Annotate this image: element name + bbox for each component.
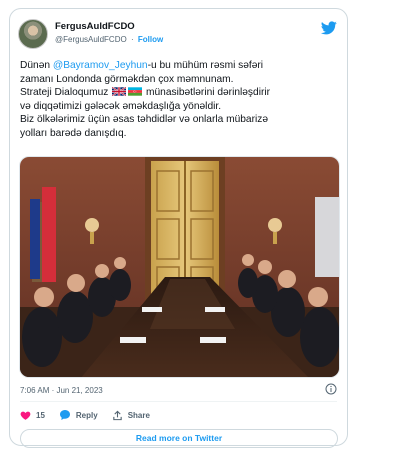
- reply-label: Reply: [75, 410, 98, 420]
- share-label: Share: [127, 410, 150, 420]
- tweet-photo[interactable]: [19, 156, 340, 378]
- like-count: 15: [36, 410, 45, 420]
- tweet-line: və diqqətimizi gələcək əməkdaşlığa yönəl…: [20, 100, 222, 112]
- author-handle[interactable]: @FergusAuldFCDO: [55, 35, 127, 44]
- reply-bubble-icon: [59, 410, 70, 420]
- separator-dot: ·: [130, 35, 134, 44]
- tweet-timestamp[interactable]: 7:06 AM · Jun 21, 2023: [20, 386, 103, 395]
- author-handle-line: @FergusAuldFCDO · Follow: [55, 35, 163, 44]
- embedded-tweet-card: FergusAuldFCDO @FergusAuldFCDO · Follow …: [9, 8, 348, 448]
- tweet-text-segment: -u bu mühüm rəsmi səfəri: [147, 60, 264, 71]
- tweet-text-segment: Dünən: [20, 60, 53, 71]
- like-button[interactable]: 15: [20, 410, 45, 421]
- read-more-button[interactable]: Read more on Twitter: [20, 429, 338, 448]
- tweet-line: yolları barədə danışdıq.: [20, 127, 127, 139]
- tweet-header: FergusAuldFCDO @FergusAuldFCDO · Follow: [18, 19, 339, 53]
- avatar[interactable]: [18, 19, 48, 49]
- azerbaijan-flag-icon: [128, 87, 143, 96]
- uk-flag-icon: [112, 87, 127, 97]
- tweet-line: Dünən @Bayramov_Jeyhun-u bu mühüm rəsmi …: [20, 59, 342, 73]
- reply-button[interactable]: Reply: [59, 409, 98, 421]
- divider: [20, 401, 337, 402]
- twitter-bird-icon[interactable]: [321, 21, 337, 35]
- mention-link[interactable]: @Bayramov_Jeyhun: [53, 60, 148, 71]
- tweet-line: zamanı Londonda görməkdən çox məmnunam.: [20, 73, 234, 85]
- follow-link[interactable]: Follow: [138, 35, 163, 44]
- tweet-text: Dünən @Bayramov_Jeyhun-u bu mühüm rəsmi …: [20, 59, 342, 141]
- tweet-text-segment: Strateji Dialoqumuz: [20, 87, 112, 99]
- tweet-actions: 15 Reply Share: [20, 408, 164, 422]
- tweet-line: Biz ölkələrimiz üçün əsas təhdidlər və o…: [20, 114, 269, 126]
- meeting-room-photo: [20, 157, 339, 377]
- info-icon[interactable]: [325, 383, 337, 395]
- share-icon: [112, 410, 122, 420]
- heart-icon: [20, 411, 31, 420]
- tweet-line: Strateji Dialoqumuz münasibətlərini dəri…: [20, 86, 342, 100]
- tweet-text-segment: münasibətlərini dərinləşdirir: [143, 87, 271, 99]
- share-button[interactable]: Share: [112, 410, 150, 421]
- author-display-name[interactable]: FergusAuldFCDO: [55, 21, 135, 32]
